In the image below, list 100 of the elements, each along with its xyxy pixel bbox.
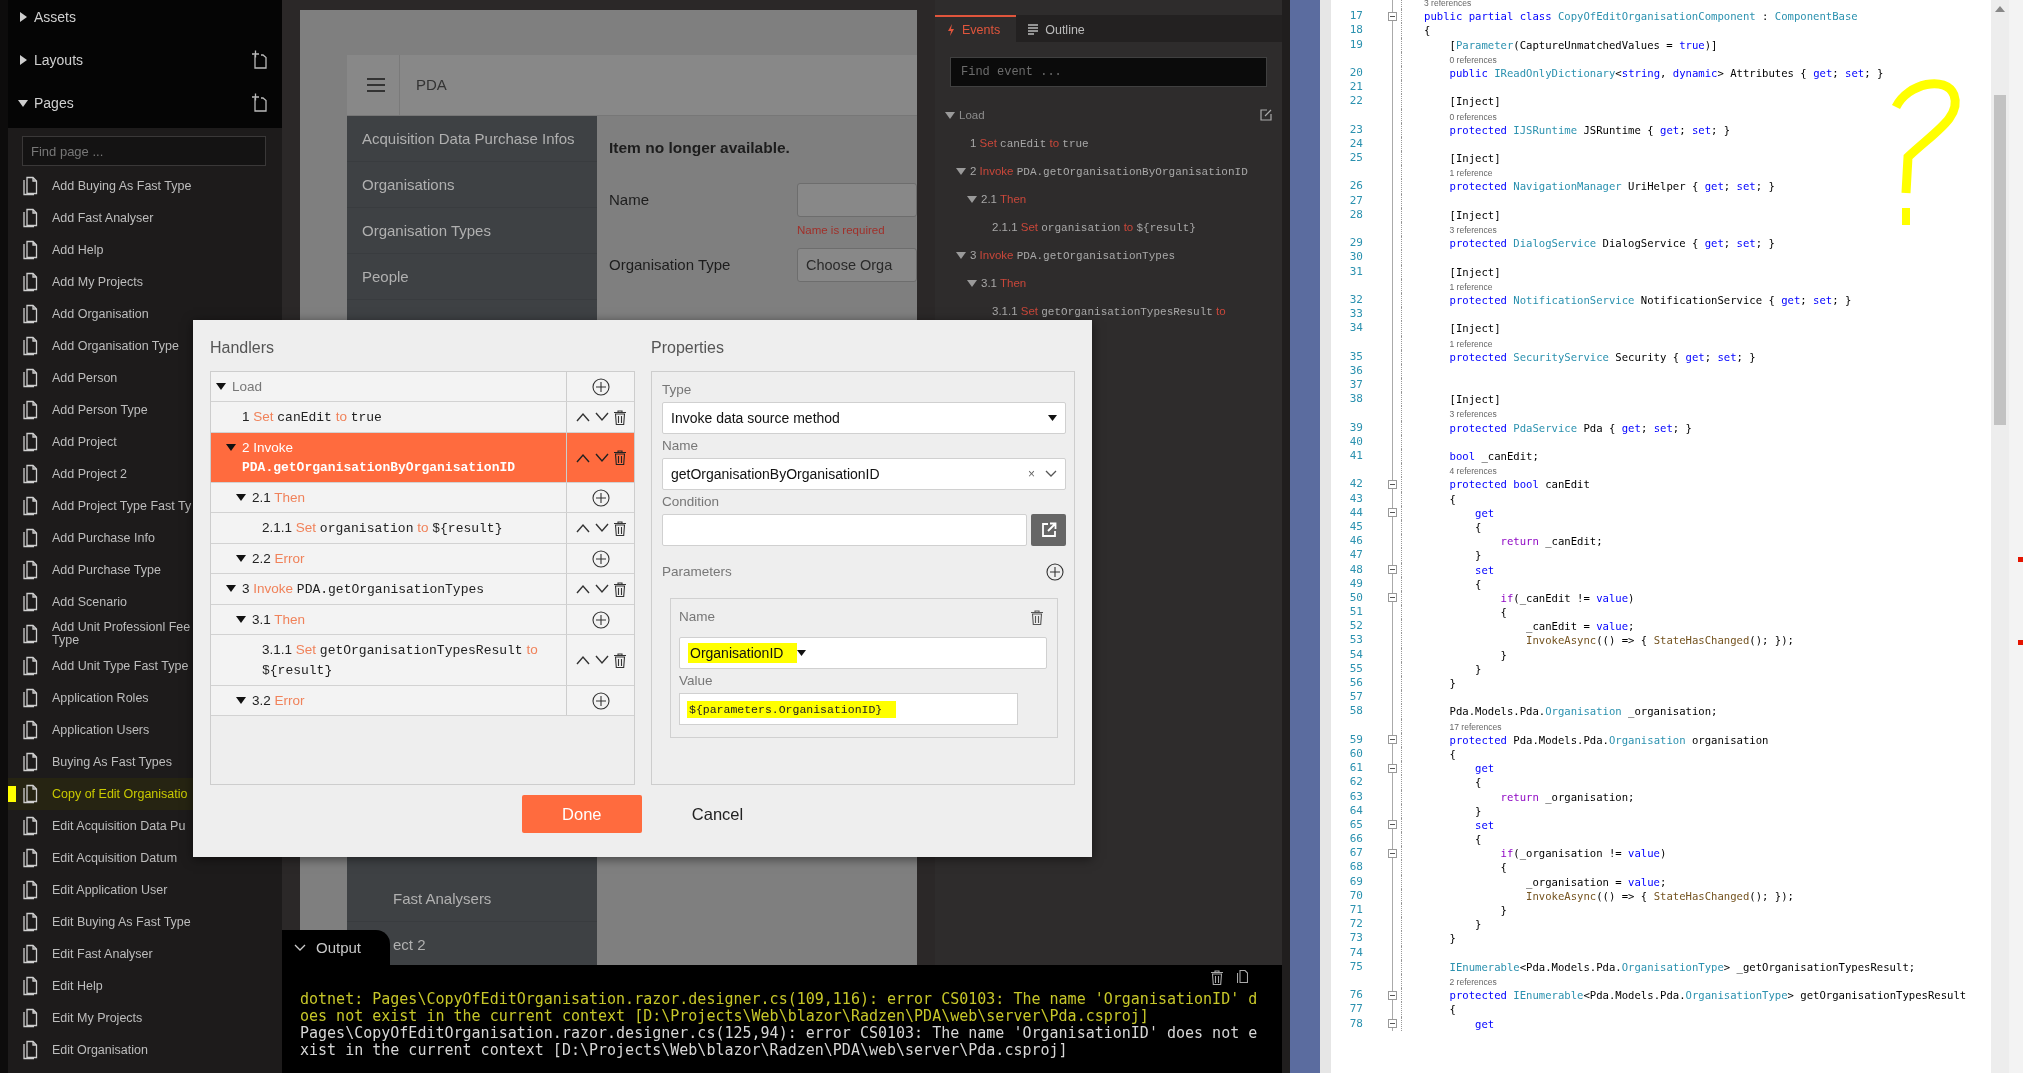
move-up-icon[interactable] — [575, 584, 590, 594]
add-icon[interactable] — [591, 488, 610, 507]
collapse-icon[interactable] — [1388, 848, 1397, 858]
move-down-icon[interactable] — [594, 452, 609, 463]
trash-icon[interactable] — [613, 581, 626, 597]
collapse-icon[interactable] — [1388, 820, 1397, 830]
reference-count[interactable]: 17 references — [1424, 721, 1502, 732]
event-row[interactable]: 2.1 Then — [935, 185, 1282, 213]
page-item[interactable]: Edit Acquisition Data Pu — [8, 810, 282, 842]
page-item[interactable]: Edit Application User — [8, 874, 282, 906]
collapse-icon[interactable] — [1388, 565, 1397, 575]
move-up-icon[interactable] — [575, 412, 590, 422]
expanded-icon[interactable] — [18, 97, 28, 108]
page-item[interactable]: Edit My Projects — [8, 1002, 282, 1034]
handler-row[interactable]: 3.1.1 Set getOrganisationTypesResult to ${result} — [211, 635, 634, 686]
handler-row[interactable]: 3.1 Then — [211, 605, 634, 635]
page-item[interactable]: Add Organisation — [8, 298, 282, 330]
reference-count[interactable]: 2 references — [1424, 976, 1497, 987]
reference-count[interactable]: 1 reference — [1424, 168, 1493, 179]
collapse-icon[interactable] — [1388, 508, 1397, 518]
menu-icon[interactable] — [367, 78, 385, 92]
clear-button[interactable]: × — [1028, 467, 1035, 481]
expanded-icon[interactable] — [226, 442, 236, 452]
trash-icon[interactable] — [613, 409, 626, 425]
trash-icon[interactable] — [1031, 609, 1043, 625]
reference-count[interactable]: 1 reference — [1424, 281, 1493, 292]
event-row[interactable]: Load — [935, 101, 1282, 129]
dropdown-field[interactable]: getOrganisationByOrganisationID × — [662, 458, 1066, 490]
reference-count[interactable]: 3 references — [1424, 409, 1497, 420]
nav-item[interactable]: People — [347, 254, 597, 300]
trash-icon[interactable] — [613, 652, 626, 668]
scrollbar-thumb[interactable] — [1994, 95, 2006, 425]
move-up-icon[interactable] — [575, 523, 590, 533]
search-field[interactable]: Find event ... — [950, 57, 1267, 87]
nav-item[interactable]: Acquisition Data Purchase Infos — [347, 116, 597, 162]
handler-row[interactable]: 1 Set canEdit to true — [211, 402, 634, 433]
event-row[interactable]: 2 Invoke PDA.getOrganisationByOrganisationID — [935, 157, 1282, 185]
page-item[interactable]: Edit Organisation — [8, 1034, 282, 1066]
edit-icon[interactable] — [1260, 109, 1272, 121]
scroll-up-icon[interactable] — [1995, 6, 2005, 12]
move-down-icon[interactable] — [594, 655, 609, 665]
collapse-icon[interactable] — [1388, 11, 1397, 21]
input-field[interactable]: ${parameters.OrganisationID} — [679, 693, 1018, 725]
page-item[interactable]: Edit Buying As Fast Type — [8, 906, 282, 938]
page-item[interactable]: Add My Projects — [8, 266, 282, 298]
add-icon[interactable] — [591, 549, 610, 568]
section-header[interactable]: Pages — [34, 94, 251, 111]
dropdown-field[interactable]: Invoke data source method — [662, 402, 1066, 434]
collapsed-icon[interactable] — [18, 54, 28, 65]
reference-count[interactable]: 0 references — [1424, 54, 1497, 65]
reference-count[interactable]: 4 references — [1424, 466, 1497, 477]
collapse-icon[interactable] — [1388, 735, 1397, 745]
page-item[interactable]: Edit Acquisition Datum — [8, 842, 282, 874]
collapse-icon[interactable] — [1388, 1019, 1397, 1029]
trash-icon[interactable] — [613, 450, 626, 465]
add-icon[interactable] — [591, 691, 610, 710]
move-down-icon[interactable] — [594, 584, 609, 594]
event-row[interactable]: 3 Invoke PDA.getOrganisationTypes — [935, 241, 1282, 269]
add-icon[interactable] — [1046, 563, 1064, 581]
trash-icon[interactable] — [1211, 970, 1223, 985]
add-page-icon[interactable] — [251, 93, 268, 112]
handler-row[interactable]: Load — [211, 372, 634, 402]
page-item[interactable]: Add Help — [8, 234, 282, 266]
section-header[interactable]: Layouts — [34, 51, 251, 68]
collapse-icon[interactable] — [1388, 593, 1397, 603]
panel-tab[interactable]: Output — [282, 930, 390, 965]
copy-icon[interactable] — [1237, 970, 1248, 983]
event-row[interactable]: 3.1 Then — [935, 269, 1282, 297]
add-icon[interactable] — [591, 610, 610, 629]
expanded-icon[interactable] — [226, 583, 236, 593]
page-item[interactable]: Edit Help — [8, 970, 282, 1002]
handler-row[interactable]: 3 Invoke PDA.getOrganisationTypes — [211, 574, 634, 605]
reference-count[interactable]: 3 references — [1424, 225, 1497, 235]
nav-item[interactable]: ect 2 — [393, 936, 426, 953]
search-field[interactable]: Find page ... — [22, 136, 266, 166]
panel-tab[interactable]: Outline — [1016, 15, 1101, 42]
reference-count[interactable]: 0 references — [1424, 111, 1497, 122]
reference-count[interactable]: 1 reference — [1424, 338, 1493, 349]
scrollbar[interactable] — [1991, 0, 2009, 1073]
handler-row[interactable]: 2.2 Error — [211, 544, 634, 574]
chevron-down-icon[interactable] — [1045, 470, 1057, 478]
nav-item[interactable]: Organisations — [347, 162, 597, 208]
handler-row[interactable]: 3.2 Error — [211, 686, 634, 716]
open-editor-button[interactable] — [1031, 514, 1066, 546]
expanded-icon[interactable] — [236, 614, 246, 624]
move-up-icon[interactable] — [575, 452, 590, 463]
handler-row[interactable]: 2.1.1 Set organisation to ${result} — [211, 513, 634, 544]
expanded-icon[interactable] — [236, 492, 246, 502]
add-page-icon[interactable] — [251, 50, 268, 69]
dropdown-field[interactable]: OrganisationID — [679, 637, 1047, 669]
cancel-button[interactable]: Cancel — [671, 795, 764, 833]
nav-item[interactable]: Organisation Types — [347, 208, 597, 254]
page-item[interactable]: Add Buying As Fast Type — [8, 170, 282, 202]
trash-icon[interactable] — [613, 520, 626, 536]
expanded-icon[interactable] — [216, 381, 226, 391]
move-down-icon[interactable] — [594, 523, 609, 533]
panel-tab[interactable]: Events — [935, 15, 1017, 42]
add-icon[interactable] — [591, 377, 610, 396]
nav-item[interactable]: Fast Analysers — [393, 890, 492, 907]
page-item[interactable]: Application Users — [8, 714, 282, 746]
